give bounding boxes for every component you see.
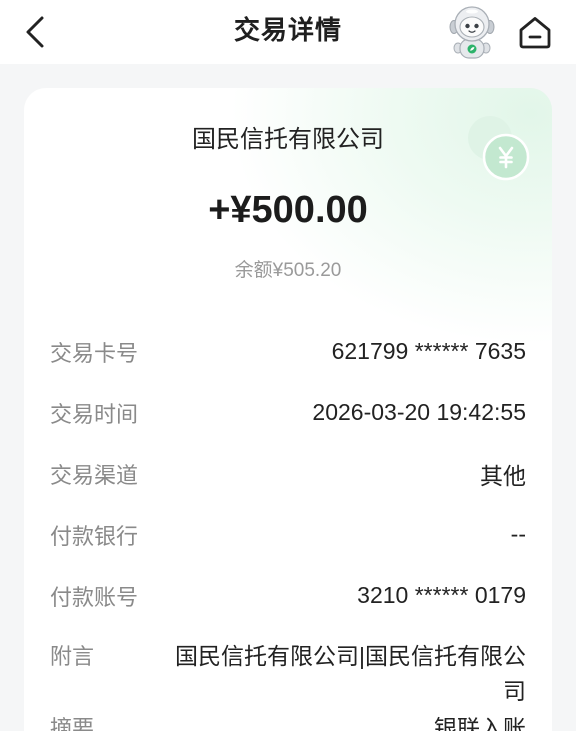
transaction-card: 国民信托有限公司 +¥500.00 余额¥505.20 交易卡号 621799 … bbox=[24, 88, 552, 731]
account-balance: 余额¥505.20 bbox=[234, 260, 342, 281]
detail-value: -- bbox=[510, 521, 526, 547]
detail-row-payer-bank: 付款银行 -- bbox=[50, 504, 526, 565]
detail-value: 国民信托有限公司|国民信托有限公司 bbox=[175, 643, 526, 704]
detail-value: 2026-03-20 19:42:55 bbox=[312, 399, 526, 425]
counterparty-name: 国民信托有限公司 bbox=[192, 126, 384, 153]
detail-label: 付款银行 bbox=[50, 523, 139, 549]
detail-value: 其他 bbox=[480, 462, 526, 489]
home-button[interactable] bbox=[515, 13, 555, 51]
page-title: 交易详情 bbox=[233, 15, 342, 45]
transaction-amount: +¥500.00 bbox=[208, 189, 368, 231]
detail-value: 银联入账 bbox=[434, 715, 526, 731]
transaction-details-list: 交易卡号 621799 ****** 7635 交易时间 2026-03-20 … bbox=[50, 321, 526, 731]
home-icon[interactable] bbox=[518, 15, 552, 49]
detail-value: 621799 ****** 7635 bbox=[331, 338, 526, 364]
chevron-left-icon[interactable] bbox=[24, 14, 48, 50]
detail-label: 交易卡号 bbox=[50, 340, 139, 366]
detail-label: 摘要 bbox=[50, 716, 95, 731]
detail-row-time: 交易时间 2026-03-20 19:42:55 bbox=[50, 382, 526, 443]
back-button[interactable] bbox=[18, 10, 54, 54]
detail-label: 付款账号 bbox=[50, 584, 139, 610]
detail-row-channel: 交易渠道 其他 bbox=[50, 443, 526, 504]
detail-row-remark: 附言 国民信托有限公司|国民信托有限公司 bbox=[50, 626, 526, 711]
detail-row-payer-account: 付款账号 3210 ****** 0179 bbox=[50, 565, 526, 626]
assistant-button[interactable] bbox=[446, 4, 498, 60]
detail-row-summary: 摘要 银联入账 bbox=[50, 711, 526, 731]
detail-row-card-number: 交易卡号 621799 ****** 7635 bbox=[50, 321, 526, 382]
top-nav-bar: 交易详情 bbox=[0, 0, 576, 64]
detail-label: 交易时间 bbox=[50, 401, 139, 427]
detail-label: 附言 bbox=[50, 644, 95, 669]
assistant-mascot-icon[interactable] bbox=[446, 4, 498, 60]
detail-label: 交易渠道 bbox=[50, 462, 139, 488]
detail-value: 3210 ****** 0179 bbox=[357, 582, 526, 608]
